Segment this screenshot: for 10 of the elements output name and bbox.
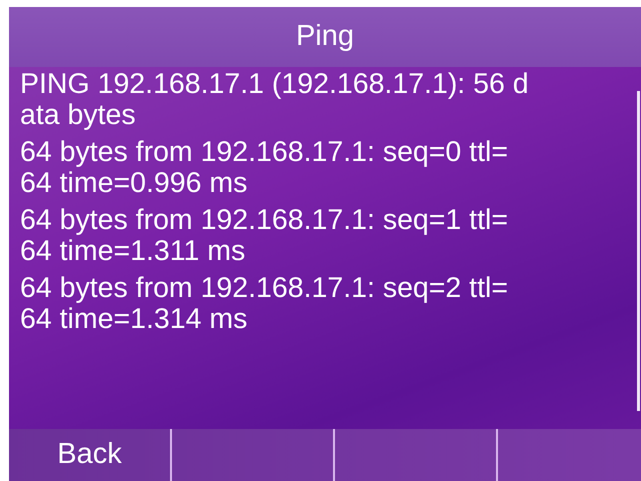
back-softkey[interactable]: Back bbox=[9, 429, 172, 481]
output-line: 64 time=1.314 ms bbox=[20, 304, 248, 335]
output-line: 64 time=1.311 ms bbox=[20, 236, 246, 267]
output-line: ata bytes bbox=[20, 100, 136, 131]
output-line: PING 192.168.17.1 (192.168.17.1): 56 d bbox=[20, 69, 529, 100]
output-line: 64 bytes from 192.168.17.1: seq=2 ttl= bbox=[20, 273, 508, 304]
output-line: 64 bytes from 192.168.17.1: seq=0 ttl= bbox=[20, 137, 508, 168]
output-line: 64 time=0.996 ms bbox=[20, 168, 248, 199]
output-line: 64 bytes from 192.168.17.1: seq=1 ttl= bbox=[20, 205, 508, 236]
screen-title: Ping bbox=[296, 19, 354, 54]
